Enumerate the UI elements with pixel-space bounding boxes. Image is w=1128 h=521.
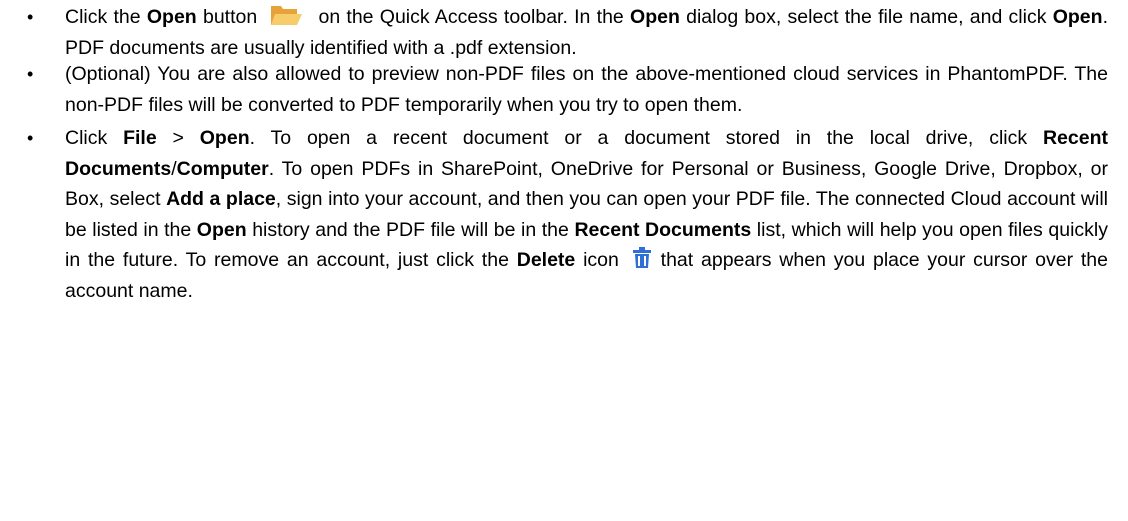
bold-term: Open: [630, 6, 680, 28]
bold-term: Open: [146, 6, 197, 28]
text-run: button: [196, 6, 258, 28]
bold-term: Recent Documents: [574, 218, 752, 241]
bullet-symbol: •: [27, 128, 34, 148]
bullet-symbol: •: [27, 64, 34, 84]
trash-icon: [631, 247, 653, 269]
bold-term: Add a place: [166, 188, 276, 210]
list-item: • Click the Open button on the Quick Acc…: [0, 2, 1128, 63]
open-folder-icon: [269, 3, 303, 27]
list-item: • Click File > Open. To open a recent do…: [0, 123, 1128, 306]
bullet-symbol: •: [27, 7, 34, 27]
bold-term: Computer: [176, 157, 269, 180]
bold-term: File: [123, 127, 157, 149]
bold-term: Delete: [516, 249, 576, 271]
list-item: • (Optional) You are also allowed to pre…: [0, 59, 1128, 120]
text-run: (Optional) You are also allowed to previ…: [65, 63, 1108, 116]
text-run: icon: [575, 249, 619, 271]
text-run: Click the: [65, 6, 147, 28]
bold-term: Open: [199, 127, 250, 149]
text-run: >: [156, 127, 200, 149]
text-run: history and the PDF file will be in the: [246, 218, 575, 241]
text-run: . To open a recent document or a documen…: [249, 127, 1043, 149]
instruction-list: • Click the Open button on the Quick Acc…: [0, 6, 1128, 306]
document-page: • Click the Open button on the Quick Acc…: [0, 0, 1128, 521]
text-run: dialog box, select the file name, and cl…: [679, 6, 1053, 28]
text-run: on the Quick Access toolbar. In the: [318, 6, 631, 28]
text-run: Click: [65, 127, 124, 149]
bold-term: Open: [196, 218, 247, 241]
bold-term: Open: [1052, 6, 1103, 28]
